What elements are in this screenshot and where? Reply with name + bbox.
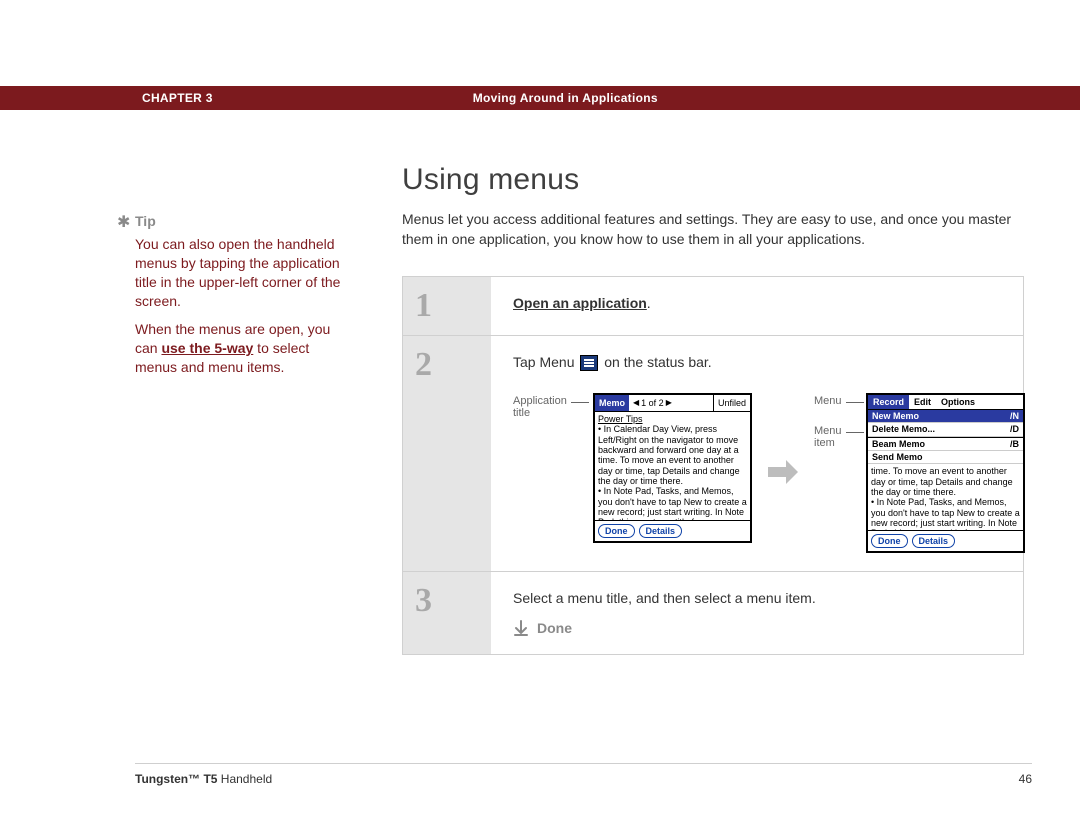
step-text: Tap Menu <box>513 354 578 370</box>
category-label: Unfiled <box>713 395 750 411</box>
menu-shortcut: /B <box>1010 439 1019 449</box>
triangle-right-icon: ▶ <box>666 398 672 407</box>
product-name: Tungsten™ T5 Handheld <box>135 772 272 786</box>
menu-item-text: Delete Memo... <box>872 424 935 434</box>
header-bar: CHAPTER 3 Moving Around in Applications <box>0 86 1080 110</box>
step-text: on the status bar. <box>604 354 711 370</box>
tip-heading: Tip <box>135 212 355 231</box>
figure-label-left: Application title <box>513 393 583 437</box>
menu-item-beam-memo[interactable]: Beam Memo /B <box>868 437 1023 451</box>
done-label: Done <box>537 620 572 636</box>
step-text-line: Tap Menu on the status bar. <box>513 354 1025 371</box>
step-text: . <box>647 295 651 311</box>
step-number-cell: 1 <box>403 277 491 335</box>
step-body: Select a menu title, and then select a m… <box>491 572 1023 654</box>
app-title: Memo <box>595 395 629 411</box>
chapter-label: CHAPTER 3 <box>142 91 213 105</box>
arrow-down-icon <box>513 620 529 636</box>
menu-item-text: New Memo <box>872 411 919 421</box>
button-row: Done Details <box>868 530 1023 551</box>
details-button[interactable]: Details <box>912 534 956 548</box>
menu-shortcut: /N <box>1010 411 1019 421</box>
menu-tab-options[interactable]: Options <box>936 395 980 409</box>
menu-item-text: Send Memo <box>872 452 923 462</box>
menu-label: Menu <box>814 395 842 407</box>
figure-label-right: Menu Menu item <box>814 393 856 467</box>
menu-item-delete-memo[interactable]: Delete Memo... /D <box>868 423 1023 436</box>
tip-label: Tip <box>135 212 156 231</box>
step-number: 1 <box>415 287 432 324</box>
connector-line <box>571 402 589 403</box>
step-text: Select a menu title, and then select a m… <box>513 590 1005 606</box>
memo-text: • In Calendar Day View, press Left/Right… <box>598 424 747 486</box>
screenshot-b: Record Edit Options New Memo /N Delete M… <box>866 393 1025 553</box>
tip-body: You can also open the handheld menus by … <box>135 235 355 377</box>
product-rest: Handheld <box>217 772 272 786</box>
details-button[interactable]: Details <box>639 524 683 538</box>
menu-dropdown: New Memo /N Delete Memo... /D Beam Memo … <box>868 410 1023 464</box>
step-body: Open an application. <box>491 277 1023 335</box>
main-content: Using menus Menus let you access additio… <box>402 163 1022 655</box>
arrow-right-icon <box>766 455 800 492</box>
menu-item-new-memo[interactable]: New Memo /N <box>868 410 1023 423</box>
step-1: 1 Open an application. <box>403 277 1023 336</box>
connector-line <box>846 402 864 403</box>
step-number: 2 <box>415 346 432 383</box>
tip-para-1: You can also open the handheld menus by … <box>135 235 355 311</box>
menu-item-send-memo[interactable]: Send Memo <box>868 451 1023 464</box>
step-number-cell: 3 <box>403 572 491 654</box>
use-5-way-link[interactable]: use the 5-way <box>161 340 253 356</box>
menu-tab-record[interactable]: Record <box>868 395 909 409</box>
memo-body: time. To move an event to another day or… <box>868 464 1023 530</box>
memo-text: • In Note Pad, Tasks, and Memos, you don… <box>598 486 747 520</box>
triangle-left-icon: ◀ <box>633 398 639 407</box>
step-number-cell: 2 <box>403 336 491 572</box>
step-body: Tap Menu on the status bar. Application … <box>491 336 1043 572</box>
menu-item-text: Beam Memo <box>872 439 925 449</box>
footer: Tungsten™ T5 Handheld 46 <box>135 763 1032 786</box>
done-row: Done <box>513 620 1005 636</box>
memo-text: time. To move an event to another day or… <box>871 466 1020 530</box>
step-2: 2 Tap Menu on the status bar. Applicatio… <box>403 336 1023 573</box>
menu-item-label: Menu item <box>814 425 842 449</box>
memo-title: Power Tips <box>598 414 747 424</box>
done-button[interactable]: Done <box>598 524 635 538</box>
application-title-label: Application title <box>513 395 567 419</box>
page-indicator-text: 1 of 2 <box>641 398 664 408</box>
tip-para-2: When the menus are open, you can use the… <box>135 320 355 377</box>
screenshot-a: Memo ◀ 1 of 2 ▶ Unfiled Power Tips • In … <box>593 393 752 543</box>
title-row: Memo ◀ 1 of 2 ▶ Unfiled <box>595 395 750 412</box>
open-application-link[interactable]: Open an application <box>513 295 647 311</box>
menu-tab-edit[interactable]: Edit <box>909 395 936 409</box>
page-indicator: ◀ 1 of 2 ▶ <box>629 398 676 408</box>
page-title: Using menus <box>402 163 1022 197</box>
section-label: Moving Around in Applications <box>473 91 658 105</box>
memo-body: Power Tips • In Calendar Day View, press… <box>595 412 750 520</box>
page-number: 46 <box>1019 772 1032 786</box>
done-button[interactable]: Done <box>871 534 908 548</box>
connector-line <box>846 432 864 433</box>
steps-box: 1 Open an application. 2 Tap Menu on the… <box>402 276 1024 656</box>
menu-bar: Record Edit Options <box>868 395 1023 410</box>
step-3: 3 Select a menu title, and then select a… <box>403 572 1023 654</box>
asterisk-icon: ✱ <box>117 212 130 234</box>
menu-icon <box>580 355 598 371</box>
button-row: Done Details <box>595 520 750 541</box>
sidebar-tip: ✱ Tip You can also open the handheld men… <box>135 212 355 387</box>
step-number: 3 <box>415 582 432 619</box>
product-bold: Tungsten™ T5 <box>135 772 217 786</box>
intro-paragraph: Menus let you access additional features… <box>402 209 1022 250</box>
figure-row: Application title Memo ◀ 1 of 2 ▶ <box>513 393 1025 553</box>
menu-shortcut: /D <box>1010 424 1019 434</box>
